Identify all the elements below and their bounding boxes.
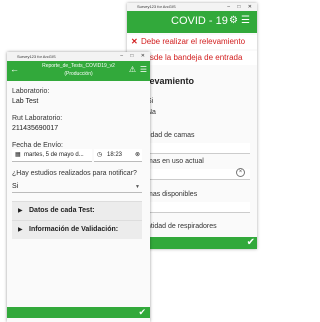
estudios-value: Si [12, 183, 19, 190]
app-title: COVID - 19 [171, 15, 228, 27]
time-value: 18:23 [107, 152, 123, 158]
close-icon[interactable]: ✕ [131, 35, 138, 49]
group-datos-test[interactable]: ▶ Datos de cada Test: [12, 201, 142, 220]
group-validacion[interactable]: ▶ Información de Validación: [12, 220, 142, 239]
fecha-label: Fecha de Envío: [12, 142, 63, 149]
date-value: martes, 5 de mayo d... [24, 152, 84, 158]
submit-check-icon[interactable]: ✔ [138, 307, 146, 318]
date-picker[interactable]: ▦ martes, 5 de mayo d... [12, 149, 92, 162]
field-label: tidad de camas [147, 132, 195, 139]
menu-icon[interactable]: ☰ [140, 65, 147, 74]
submit-check-icon[interactable]: ✔ [247, 237, 255, 248]
calendar-icon: ▦ [15, 152, 21, 158]
camas-uso-input[interactable] [147, 169, 250, 180]
form-footer: ✔ [7, 307, 150, 318]
group-label: Información de Validación: [29, 226, 119, 233]
warning-icon[interactable]: ⚠ [129, 65, 136, 74]
rut-label: Rut Laboratorio: [12, 115, 63, 122]
field-label: ntidad de respiradores [147, 223, 217, 230]
window-title: Survey123 for ArcGIS [17, 54, 56, 59]
laboratorio-value: Lab Test [12, 98, 39, 105]
camas-input[interactable] [147, 143, 250, 154]
estudios-select[interactable]: Si ▼ [12, 182, 142, 193]
window-controls[interactable]: – □ ✕ [120, 52, 148, 61]
menu-icon[interactable]: ☰ [241, 15, 250, 26]
clear-icon[interactable]: × [236, 168, 245, 177]
app-header: COVID - 19 ⚙ ☰ [127, 11, 257, 33]
field-label: mas disponibles [147, 191, 198, 198]
time-picker[interactable]: ◷ 18:23 ⊗ [94, 149, 142, 162]
window-controls[interactable]: – □ ✕ [227, 3, 255, 11]
window-titlebar[interactable]: Survey123 for ArcGIS – □ ✕ [127, 3, 257, 11]
alert-text: desde la bandeja de entrada [141, 53, 243, 62]
settings-icon[interactable]: ⚙ [229, 15, 238, 26]
alert-banner: ✕ Debe realizar el relevamiento [127, 35, 257, 49]
laboratorio-label: Laboratorio: [12, 88, 50, 95]
clock-icon: ◷ [97, 152, 103, 158]
time-clear-icon[interactable]: ⊗ [135, 149, 140, 161]
window-titlebar[interactable]: Survey123 for ArcGIS – □ ✕ [7, 52, 150, 61]
window-title: Survey123 for ArcGIS [137, 4, 176, 9]
estudios-label: ¿Hay estudios realizados para notificar? [12, 170, 137, 177]
chevron-right-icon: ▶ [18, 208, 23, 214]
alert-text: Debe realizar el relevamiento [141, 37, 246, 46]
field-label: mas en uso actual [147, 158, 204, 165]
chevron-right-icon: ▶ [18, 227, 23, 233]
front-survey-window: Survey123 for ArcGIS – □ ✕ ← Reporte_de_… [7, 52, 150, 322]
section-title: levamiento [147, 76, 195, 86]
rut-value: 211435690017 [12, 125, 59, 132]
chevron-down-icon: ▼ [135, 184, 140, 190]
camas-disponibles-input[interactable] [147, 202, 250, 213]
form-header: ← Reporte_de_Tests_COVID19_v2 (Producció… [7, 61, 150, 81]
group-label: Datos de cada Test: [29, 207, 95, 214]
